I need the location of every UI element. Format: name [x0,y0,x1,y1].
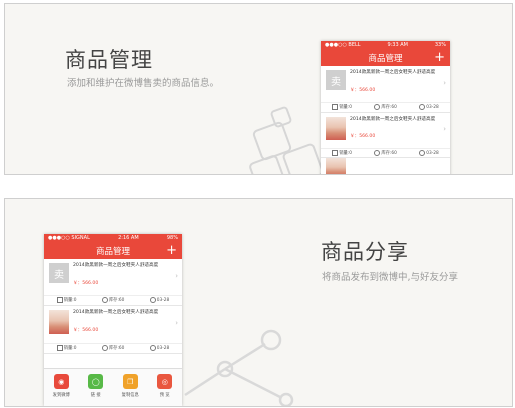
clock-icon [419,104,426,110]
sales-count: 销量:0 [339,105,352,110]
list-date: 03-28 [426,104,439,110]
feature-panel-product-management: 商品管理 添加和维护在微博售卖的商品信息。 ●●●○○ BELL 9:33 AM… [4,3,513,175]
product-list-item[interactable]: 2014款黑新款一周之后女鞋夹人舒适高度 ￥：566.00 › 销量:0 库存:… [321,113,450,158]
clock: 9:33 AM [387,42,408,48]
preview-button[interactable]: ◎ 预 览 [152,374,178,398]
nav-title: 商品管理 [368,53,403,64]
clock-icon [149,297,156,303]
carrier-signal: ●●●○○ BELL [325,42,361,48]
phone-mockup: ●●●○○ BELL 9:33 AM 33% 商品管理 + 卖 2014款黑新款… [321,41,450,174]
panel-title: 商品管理 [65,48,153,72]
product-price: ￥：566.00 [73,328,99,333]
product-title: 2014款黑新款一周之后女鞋夹人舒适高度 [350,70,436,75]
chart-icon [332,104,339,110]
clock-icon [149,345,156,351]
product-photo-thumbnail [326,117,346,140]
product-title: 2014款黑新款一周之后女鞋夹人舒适高度 [73,263,159,268]
stock-icon [101,297,108,303]
stock-count: 库存:60 [381,105,397,110]
product-price: ￥：566.00 [73,281,99,286]
product-price: ￥：566.00 [350,134,376,139]
tool-label: 预 览 [159,393,170,398]
copy-link-button[interactable]: ◯ 链 接 [83,374,109,398]
panel-subtitle: 将商品发布到微博中,与好友分享 [322,272,459,283]
stock-icon [101,345,108,351]
phone-mockup: ●●●○○ SIGNAL 2:16 AM 98% 商品管理 + 卖 2014款黑… [44,234,182,406]
product-stats: 销量:0 库存:60 03-28 [44,295,182,304]
product-price: ￥：566.00 [350,88,376,93]
chart-icon [56,297,63,303]
list-date: 03-28 [156,345,170,351]
stock-icon [374,150,381,156]
clock-icon [419,150,426,156]
weibo-icon: ◉ [53,374,69,389]
share-to-weibo-button[interactable]: ◉ 发到微博 [48,374,74,398]
add-product-button[interactable]: + [434,50,445,65]
list-date: 03-28 [426,150,439,156]
stock-count: 库存:60 [108,346,125,351]
copy-icon: ❐ [122,374,138,389]
stock-icon [374,104,381,110]
tool-label: 复制信息 [121,393,139,398]
product-stats: 销量:0 库存:60 03-28 [321,102,450,111]
product-title: 2014款黑新款一周之后女鞋夹人舒适高度 [73,310,159,315]
nav-title: 商品管理 [95,246,130,257]
product-title: 2014款黑新款一周之后女鞋夹人舒适高度 [350,117,436,122]
chevron-right-icon: › [443,125,446,133]
product-stats: 销量:0 库存:60 03-28 [321,148,450,157]
product-list-item[interactable]: 2014款黑新款一周之后女鞋夹人舒适高度 ￥：566.00 › 销量:0 库存:… [44,306,182,354]
status-bar: ●●●○○ BELL 9:33 AM 33% [321,41,450,49]
placeholder-thumbnail: 卖 [326,70,346,90]
sales-count: 销量:0 [63,298,77,303]
product-list-item[interactable]: 卖 2014款黑新款一周之后女鞋夹人舒适高度 ￥：566.00 › 销量:0 库… [44,259,182,306]
add-product-button[interactable]: + [166,243,177,258]
carrier-signal: ●●●○○ SIGNAL [48,235,90,241]
panel-subtitle: 添加和维护在微博售卖的商品信息。 [67,78,220,89]
list-date: 03-28 [156,297,170,303]
chevron-right-icon: › [175,319,178,327]
tool-label: 链 接 [90,393,101,398]
nav-bar: 商品管理 + [321,49,450,66]
product-stats: 销量:0 库存:60 03-28 [44,343,182,352]
product-list-item[interactable]: 卖 2014款黑新款一周之后女鞋夹人舒适高度 ￥：566.00 › 销量:0 库… [321,66,450,113]
eye-icon: ◎ [157,374,173,389]
nav-bar: 商品管理 + [44,242,182,259]
stock-count: 库存:60 [108,298,125,303]
chart-icon [332,150,339,156]
product-photo-thumbnail [326,158,346,174]
share-toolbar: ◉ 发到微博 ◯ 链 接 ❐ 复制信息 ◎ 预 览 [44,368,182,406]
stock-count: 库存:60 [381,151,397,156]
chevron-right-icon: › [175,272,178,280]
battery: 98% [166,235,178,241]
tool-label: 发到微博 [52,393,70,398]
link-icon: ◯ [88,374,104,389]
feature-panel-product-share: 商品分享 将商品发布到微博中,与好友分享 ●●●○○ SIGNAL 2:16 A… [4,198,513,407]
copy-info-button[interactable]: ❐ 复制信息 [117,374,143,398]
battery: 33% [434,42,446,48]
status-bar: ●●●○○ SIGNAL 2:16 AM 98% [44,234,182,242]
panel-title: 商品分享 [321,240,409,264]
clock: 2:16 AM [118,235,139,241]
product-photo-thumbnail [49,310,69,334]
chevron-right-icon: › [443,79,446,87]
placeholder-thumbnail: 卖 [49,263,69,283]
sales-count: 销量:0 [339,151,352,156]
chart-icon [56,345,63,351]
sales-count: 销量:0 [63,346,77,351]
